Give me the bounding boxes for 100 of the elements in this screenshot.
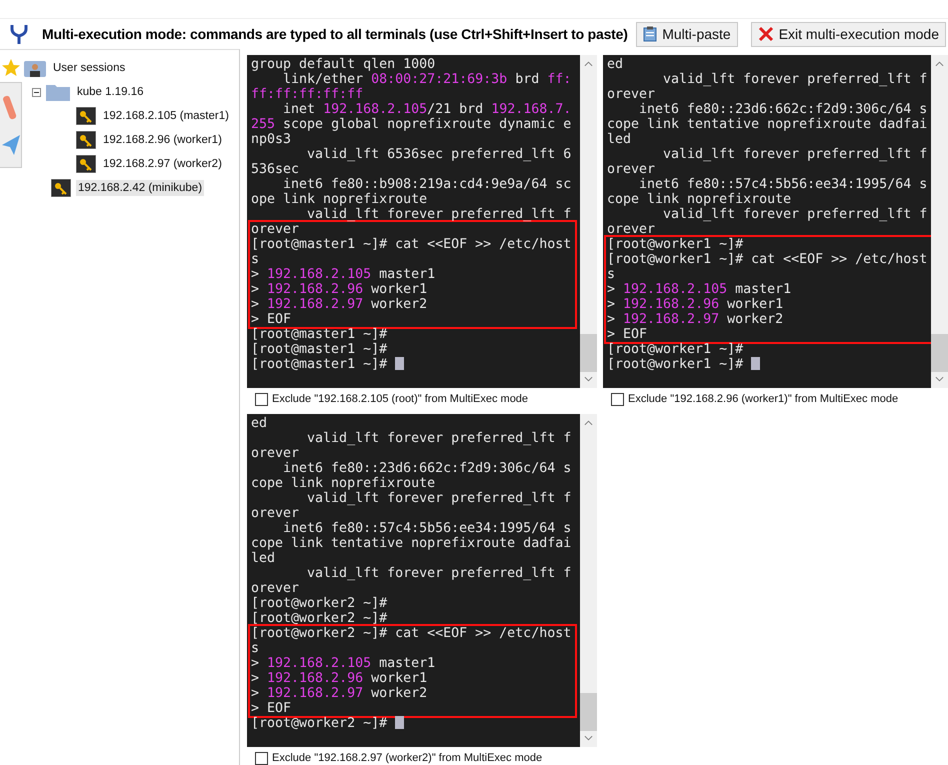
exclude-label: Exclude "192.168.2.96 (worker1)" from MultiExec mode	[628, 393, 898, 405]
terminal-line: inet6 fe80::57c4:5b56:ee34:1995/64 s	[638, 177, 928, 192]
checkbox[interactable]	[255, 752, 268, 764]
terminal[interactable]	[247, 55, 597, 388]
exit-multi-exec-button[interactable]: Exit multi-execution mode	[750, 22, 946, 46]
terminal-line: orever	[251, 506, 300, 521]
terminal-line: group default qlen 1000	[251, 57, 436, 72]
clipboard-icon	[643, 26, 658, 42]
tree-item[interactable]: kube 1.19.16	[75, 84, 146, 100]
terminal-line: [root@worker2 ~]#	[251, 716, 580, 731]
terminal-line: > 192.168.2.105 master1	[607, 282, 792, 297]
terminal-line: orever	[607, 87, 656, 102]
terminal-line: orever	[251, 446, 300, 461]
terminal-line: valid_lft forever preferred_lft f	[306, 491, 572, 506]
fork-icon	[9, 23, 29, 45]
scroll-down-icon[interactable]	[584, 735, 593, 741]
text-cursor	[751, 357, 760, 370]
paper-plane-icon[interactable]	[2, 133, 20, 157]
terminal-line: ff:ff:ff:ff:ff	[251, 87, 364, 102]
terminal-line: orever	[607, 222, 656, 237]
terminal-line: inet6 fe80::23d6:662c:f2d9:306c/64 s	[638, 102, 928, 117]
terminal-line: > 192.168.2.105 master1	[251, 267, 436, 282]
terminal-line: ed	[607, 57, 624, 72]
scrollbar[interactable]	[580, 55, 597, 388]
terminal[interactable]	[603, 55, 948, 388]
terminal-line: np0s3	[251, 132, 292, 147]
terminal-line: > 192.168.2.96 worker1	[251, 282, 428, 297]
key-icon	[51, 179, 71, 197]
session-item[interactable]: 192.168.2.105 (master1)	[101, 108, 231, 124]
scroll-down-icon[interactable]	[935, 376, 944, 382]
star-icon[interactable]	[1, 58, 21, 78]
scrollbar[interactable]	[931, 55, 948, 388]
checkbox[interactable]	[611, 392, 624, 406]
folder-icon	[46, 83, 70, 101]
terminal-line: 536sec	[251, 162, 300, 177]
terminal-line: s	[251, 252, 260, 267]
key-icon	[76, 155, 96, 173]
terminal-line: s	[607, 267, 616, 282]
terminal-line: inet 192.168.2.105/21 brd 192.168.7.	[282, 102, 572, 117]
terminal-line: > EOF	[251, 312, 292, 327]
terminal-line: inet6 fe80::b908:219a:cd4:9e9a/64 sc	[282, 177, 572, 192]
scroll-up-icon[interactable]	[584, 420, 593, 426]
scrollbar-thumb[interactable]	[931, 334, 948, 372]
exclude-label: Exclude "192.168.2.105 (root)" from MultiExec mode	[272, 393, 528, 405]
terminal-line: [root@worker1 ~]#	[607, 342, 744, 357]
terminal-line: [root@worker1 ~]#	[607, 237, 744, 252]
terminal-line: > 192.168.2.96 worker1	[607, 297, 784, 312]
collapse-toggle[interactable]	[32, 88, 41, 96]
exclude-label: Exclude "192.168.2.97 (worker2)" from MultiExec mode	[272, 752, 542, 764]
terminal-line: [root@master1 ~]#	[251, 357, 580, 372]
user-folder-icon	[24, 59, 46, 77]
terminal-line: valid_lft forever preferred_lft f	[662, 72, 928, 87]
tree-item[interactable]: User sessions	[51, 60, 128, 76]
terminal-line: cope link noprefixroute	[251, 476, 436, 491]
multi-paste-button[interactable]: Multi-paste	[636, 22, 738, 46]
terminal-line: > 192.168.2.97 worker2	[251, 686, 428, 701]
terminal-line: cope link noprefixroute	[607, 192, 792, 207]
text-cursor	[395, 716, 404, 729]
checkbox[interactable]	[255, 392, 268, 406]
key-icon	[76, 107, 96, 125]
terminal-line: ed	[251, 416, 268, 431]
scroll-up-icon[interactable]	[584, 61, 593, 67]
multi-exec-message: Multi-execution mode: commands are typed to all terminals (use Ctrl+Shift+Insert to paste)	[42, 26, 628, 42]
terminal-line: [root@worker1 ~]# cat <<EOF >> /etc/host	[607, 252, 928, 267]
session-item[interactable]: 192.168.2.97 (worker2)	[101, 156, 224, 172]
text-cursor	[395, 357, 404, 370]
terminal-line: [root@worker2 ~]# cat <<EOF >> /etc/host	[251, 626, 572, 641]
terminal-line: ope link noprefixroute	[251, 192, 428, 207]
terminal-line: [root@worker2 ~]#	[251, 611, 388, 626]
scroll-down-icon[interactable]	[584, 376, 593, 382]
key-icon	[76, 131, 96, 149]
terminal-line: [root@master1 ~]#	[251, 327, 388, 342]
terminal-line: cope link tentative noprefixroute dadfai	[251, 536, 572, 551]
terminal-line: [root@master1 ~]# cat <<EOF >> /etc/host	[251, 237, 572, 252]
terminal-line: led	[607, 132, 632, 147]
scrollbar-thumb[interactable]	[580, 334, 597, 372]
terminal-line: inet6 fe80::57c4:5b56:ee34:1995/64 s	[282, 521, 572, 536]
terminal-line: orever	[607, 162, 656, 177]
terminal-line: valid_lft forever preferred_lft f	[306, 431, 572, 446]
terminal-line: link/ether 08:00:27:21:69:3b brd ff:	[282, 72, 572, 87]
terminal-line: > 192.168.2.105 master1	[251, 656, 436, 671]
terminal-line: valid_lft 6536sec preferred_lft 6	[306, 147, 572, 162]
terminal-line: [root@worker1 ~]#	[607, 357, 931, 372]
terminal-line: > EOF	[607, 327, 648, 342]
terminal-line: 255 scope global noprefixroute dynamic e	[251, 117, 572, 132]
terminal-line: orever	[251, 222, 300, 237]
session-item[interactable]: 192.168.2.96 (worker1)	[101, 132, 224, 148]
terminal-line: valid_lft forever preferred_lft f	[662, 147, 928, 162]
terminal-line: cope link tentative noprefixroute dadfai	[607, 117, 928, 132]
session-item[interactable]: 192.168.2.42 (minikube)	[76, 180, 204, 196]
terminal-line: valid_lft forever preferred_lft f	[306, 207, 572, 222]
scroll-up-icon[interactable]	[935, 61, 944, 67]
terminal-line: > EOF	[251, 701, 292, 716]
terminal[interactable]	[247, 414, 597, 747]
terminal-line: valid_lft forever preferred_lft f	[306, 566, 572, 581]
scrollbar[interactable]	[580, 414, 597, 747]
terminal-line: inet6 fe80::23d6:662c:f2d9:306c/64 s	[282, 461, 572, 476]
scrollbar-thumb[interactable]	[580, 693, 597, 731]
terminal-line: led	[251, 551, 276, 566]
terminal-line: > 192.168.2.97 worker2	[607, 312, 784, 327]
